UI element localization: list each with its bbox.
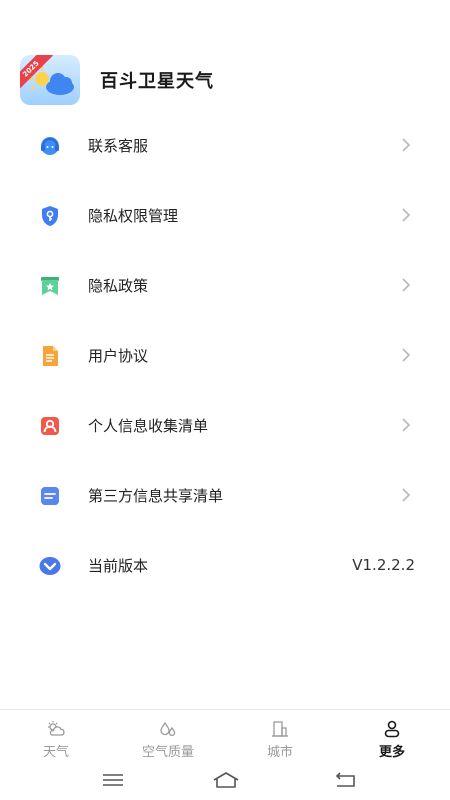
customer-service-icon [41, 137, 59, 155]
menu-item-user-agreement[interactable]: 用户协议 [0, 320, 450, 390]
share-document-icon [41, 487, 59, 505]
version-logo-icon [39, 557, 61, 575]
tab-air-quality[interactable]: 空气质量 [112, 710, 224, 762]
version-value: V1.2.2.2 [352, 556, 415, 574]
tab-label: 天气 [42, 745, 69, 760]
menu-item-label: 用户协议 [88, 346, 149, 365]
air-quality-icon [160, 721, 176, 736]
app-logo: 2025 [20, 55, 80, 105]
more-person-icon [384, 720, 400, 738]
menu-item-label: 第三方信息共享清单 [88, 486, 224, 505]
weather-icon [48, 721, 65, 736]
back-icon[interactable] [332, 770, 358, 790]
menu-item-label: 隐私权限管理 [88, 206, 179, 225]
menu-item-third-party-sharing[interactable]: 第三方信息共享清单 [0, 460, 450, 530]
bookmark-star-icon [41, 277, 59, 295]
menu-item-label: 联系客服 [88, 136, 149, 155]
settings-menu: 联系客服 隐私权限管理 隐私政策 用户协议 个人信息收集清单 第三方信息共享清单… [0, 110, 450, 600]
city-icon [272, 721, 288, 737]
chevron-right-icon [402, 278, 411, 292]
tab-label: 更多 [378, 745, 405, 760]
chevron-right-icon [402, 488, 411, 502]
tab-city[interactable]: 城市 [224, 710, 336, 762]
document-icon [43, 346, 58, 366]
menu-item-privacy-permissions[interactable]: 隐私权限管理 [0, 180, 450, 250]
tab-label: 城市 [266, 745, 293, 760]
menu-item-label: 个人信息收集清单 [88, 416, 209, 435]
system-nav-bar [0, 762, 450, 800]
menu-item-label: 隐私政策 [88, 276, 149, 295]
chevron-right-icon [402, 418, 411, 432]
bottom-tab-bar: 天气 空气质量 城市 更多 [0, 709, 450, 762]
menu-item-label: 当前版本 [88, 556, 149, 575]
menu-item-contact-service[interactable]: 联系客服 [0, 110, 450, 180]
tab-weather[interactable]: 天气 [0, 710, 112, 762]
app-title: 百斗卫星天气 [100, 71, 214, 92]
menu-item-privacy-policy[interactable]: 隐私政策 [0, 250, 450, 320]
tab-label: 空气质量 [141, 745, 194, 760]
app-header: 2025 百斗卫星天气 [20, 55, 214, 105]
chevron-right-icon [402, 208, 411, 222]
home-icon[interactable] [211, 770, 241, 790]
chevron-right-icon [402, 138, 411, 152]
shield-key-icon [42, 206, 58, 226]
menu-icon[interactable] [100, 770, 126, 790]
person-card-icon [41, 417, 59, 435]
tab-more[interactable]: 更多 [336, 710, 448, 762]
menu-item-current-version: 当前版本 V1.2.2.2 [0, 530, 450, 600]
menu-item-personal-info-list[interactable]: 个人信息收集清单 [0, 390, 450, 460]
chevron-right-icon [402, 348, 411, 362]
